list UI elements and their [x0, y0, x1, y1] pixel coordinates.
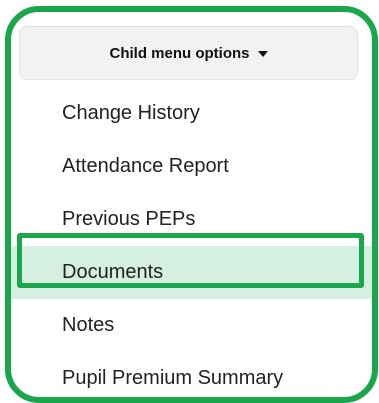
menu-item-documents[interactable]: Documents	[11, 246, 372, 299]
child-menu-panel: Child menu options Change History Attend…	[5, 6, 378, 403]
menu-item-notes[interactable]: Notes	[11, 299, 372, 352]
caret-down-icon	[257, 51, 268, 57]
child-menu-list: Change History Attendance Report Previou…	[11, 87, 372, 397]
child-menu-options-button[interactable]: Child menu options	[19, 26, 358, 80]
menu-item-attendance-report[interactable]: Attendance Report	[11, 140, 372, 193]
menu-item-change-history[interactable]: Change History	[11, 87, 372, 140]
child-menu-options-label: Child menu options	[109, 44, 250, 62]
menu-item-previous-peps[interactable]: Previous PEPs	[11, 193, 372, 246]
menu-item-pupil-premium-summary[interactable]: Pupil Premium Summary	[11, 352, 372, 397]
